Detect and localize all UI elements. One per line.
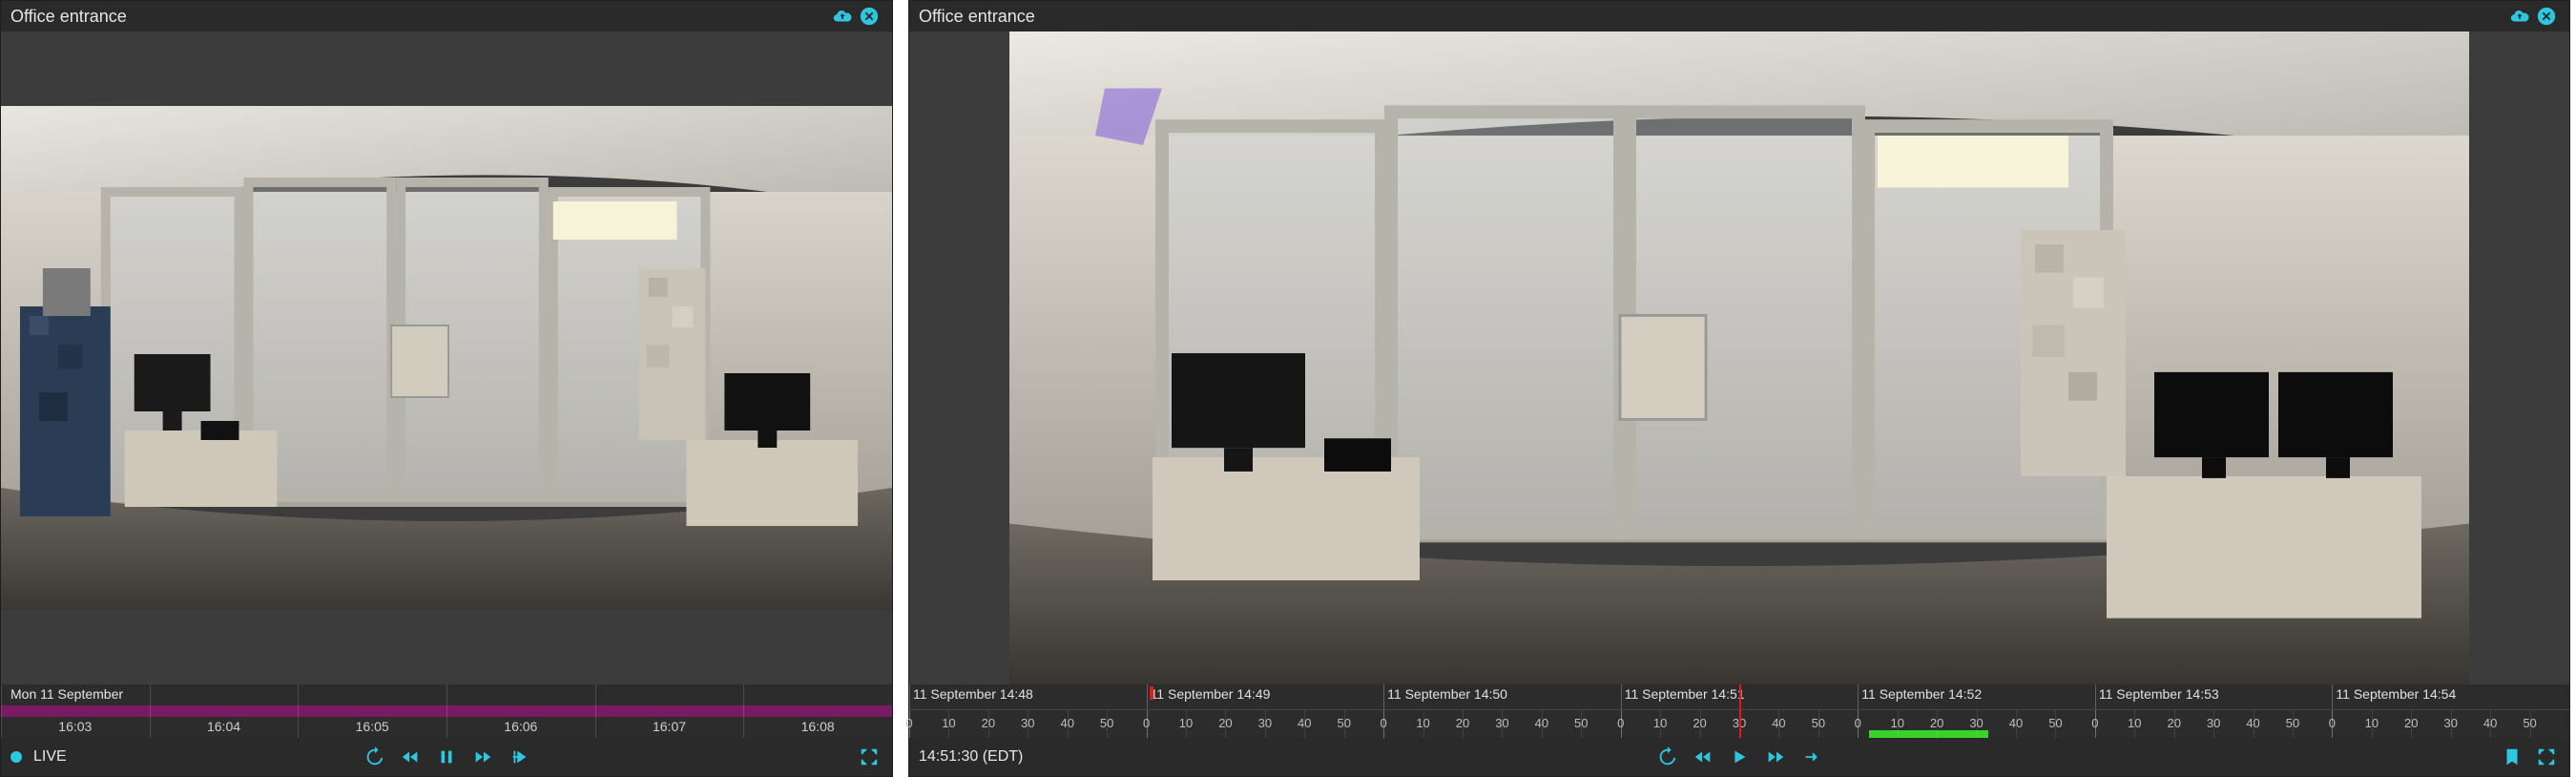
video-frame bbox=[1, 106, 892, 610]
skip-forward-icon[interactable] bbox=[1798, 744, 1825, 770]
timeline-minor-tick: 30 bbox=[1969, 716, 1983, 730]
rewind-icon[interactable] bbox=[1690, 744, 1716, 770]
close-icon[interactable] bbox=[856, 3, 883, 30]
timeline-minor-tick: 40 bbox=[2483, 716, 2497, 730]
timeline-minor-tick: 0 bbox=[1617, 716, 1624, 730]
timeline-minor-tick: 10 bbox=[1179, 716, 1193, 730]
timeline-minor-tick: 50 bbox=[1337, 716, 1350, 730]
timeline-tick: 16:07 bbox=[653, 719, 686, 734]
timeline-minor-tick: 30 bbox=[2207, 716, 2220, 730]
timeline-minor-tick: 0 bbox=[2329, 716, 2336, 730]
timeline-minor-tick: 0 bbox=[2091, 716, 2098, 730]
camera-pane-left: Office entrance bbox=[0, 0, 893, 777]
timeline-minor-tick: 50 bbox=[1574, 716, 1588, 730]
timeline-segment-label: 11 September 14:51 bbox=[1625, 686, 1745, 702]
timeline-minor-tick: 30 bbox=[1258, 716, 1272, 730]
fullscreen-icon[interactable] bbox=[2533, 744, 2560, 770]
rewind-icon[interactable] bbox=[397, 744, 424, 770]
timeline-tick: 16:03 bbox=[58, 719, 92, 734]
timeline-tick: 16:04 bbox=[207, 719, 240, 734]
titlebar: Office entrance bbox=[1, 1, 892, 32]
timeline-minor-tick: 50 bbox=[1812, 716, 1825, 730]
timeline-minor-tick: 10 bbox=[2128, 716, 2141, 730]
history-icon[interactable] bbox=[1653, 744, 1680, 770]
timeline-date-label: Mon 11 September bbox=[7, 686, 127, 702]
timeline-segment-label: 11 September 14:49 bbox=[1151, 686, 1271, 702]
timeline-minor-tick: 40 bbox=[1298, 716, 1311, 730]
titlebar: Office entrance bbox=[909, 1, 2569, 32]
fast-forward-icon[interactable] bbox=[469, 744, 496, 770]
timeline-minor-tick: 20 bbox=[1693, 716, 1706, 730]
timeline-minor-tick: 20 bbox=[982, 716, 995, 730]
timeline-tick: 16:08 bbox=[801, 719, 835, 734]
history-icon[interactable] bbox=[361, 744, 387, 770]
timeline-minor-tick: 30 bbox=[1021, 716, 1034, 730]
timeline-minor-tick: 50 bbox=[1100, 716, 1113, 730]
cloud-upload-icon[interactable] bbox=[2506, 3, 2533, 30]
timeline-minor-tick: 0 bbox=[1381, 716, 1387, 730]
skip-forward-icon[interactable] bbox=[506, 744, 532, 770]
playback-time-label: 14:51:30 (EDT) bbox=[919, 748, 1023, 766]
timeline-minor-tick: 20 bbox=[2167, 716, 2180, 730]
live-label: LIVE bbox=[33, 748, 67, 766]
timeline-segment-label: 11 September 14:48 bbox=[913, 686, 1033, 702]
timeline-segment-label: 11 September 14:54 bbox=[2336, 686, 2456, 702]
timeline-segment-label: 11 September 14:52 bbox=[1861, 686, 1982, 702]
timeline-minor-tick: 50 bbox=[2523, 716, 2536, 730]
timeline-minor-tick: 30 bbox=[1495, 716, 1508, 730]
timeline-minor-tick: 40 bbox=[1772, 716, 1785, 730]
timeline-tick: 16:05 bbox=[356, 719, 389, 734]
camera-title: Office entrance bbox=[919, 7, 1035, 27]
timeline-minor-tick: 20 bbox=[1930, 716, 1943, 730]
timeline-minor-tick: 40 bbox=[2009, 716, 2023, 730]
fast-forward-icon[interactable] bbox=[1762, 744, 1789, 770]
pause-icon[interactable] bbox=[433, 744, 460, 770]
timeline-minor-tick: 10 bbox=[1890, 716, 1903, 730]
close-icon[interactable] bbox=[2533, 3, 2560, 30]
video-frame bbox=[1009, 32, 2469, 684]
timeline[interactable]: 11 September 14:48 11 September 14:49 11 S… bbox=[909, 684, 2569, 738]
video-area[interactable] bbox=[909, 32, 2569, 684]
video-area[interactable] bbox=[1, 32, 892, 684]
timeline-segment-label: 11 September 14:53 bbox=[2099, 686, 2219, 702]
timeline-minor-tick: 40 bbox=[2246, 716, 2259, 730]
timeline-minor-tick: 10 bbox=[2365, 716, 2379, 730]
cloud-upload-icon[interactable] bbox=[829, 3, 856, 30]
playback-controls: 14:51:30 (EDT) bbox=[909, 738, 2569, 776]
timeline-minor-tick: 10 bbox=[1416, 716, 1429, 730]
timeline-minor-tick: 20 bbox=[1456, 716, 1469, 730]
timeline-minor-tick: 0 bbox=[1855, 716, 1861, 730]
timeline-minor-tick: 0 bbox=[1143, 716, 1150, 730]
timeline[interactable]: Mon 11 September 16:03 16:04 16:05 16:06 16:… bbox=[1, 684, 892, 738]
timeline-segment-label: 11 September 14:50 bbox=[1387, 686, 1507, 702]
timeline-minor-tick: 40 bbox=[1535, 716, 1548, 730]
timeline-minor-tick: 40 bbox=[1060, 716, 1073, 730]
timeline-tick: 16:06 bbox=[504, 719, 537, 734]
camera-title: Office entrance bbox=[10, 7, 127, 27]
timeline-minor-tick: 10 bbox=[942, 716, 955, 730]
bookmark-icon[interactable] bbox=[2499, 744, 2525, 770]
timeline-minor-tick: 20 bbox=[1218, 716, 1232, 730]
fullscreen-icon[interactable] bbox=[856, 744, 883, 770]
timeline-minor-tick: 10 bbox=[1653, 716, 1667, 730]
camera-pane-right: Office entrance bbox=[908, 0, 2570, 777]
playback-controls: LIVE bbox=[1, 738, 892, 776]
timeline-minor-tick: 50 bbox=[2048, 716, 2062, 730]
timeline-minor-tick: 20 bbox=[2404, 716, 2418, 730]
timeline-minor-tick: 0 bbox=[905, 716, 912, 730]
timeline-minor-tick: 50 bbox=[2286, 716, 2299, 730]
timeline-minor-tick: 30 bbox=[2443, 716, 2457, 730]
live-indicator-dot bbox=[10, 751, 22, 763]
play-icon[interactable] bbox=[1726, 744, 1753, 770]
